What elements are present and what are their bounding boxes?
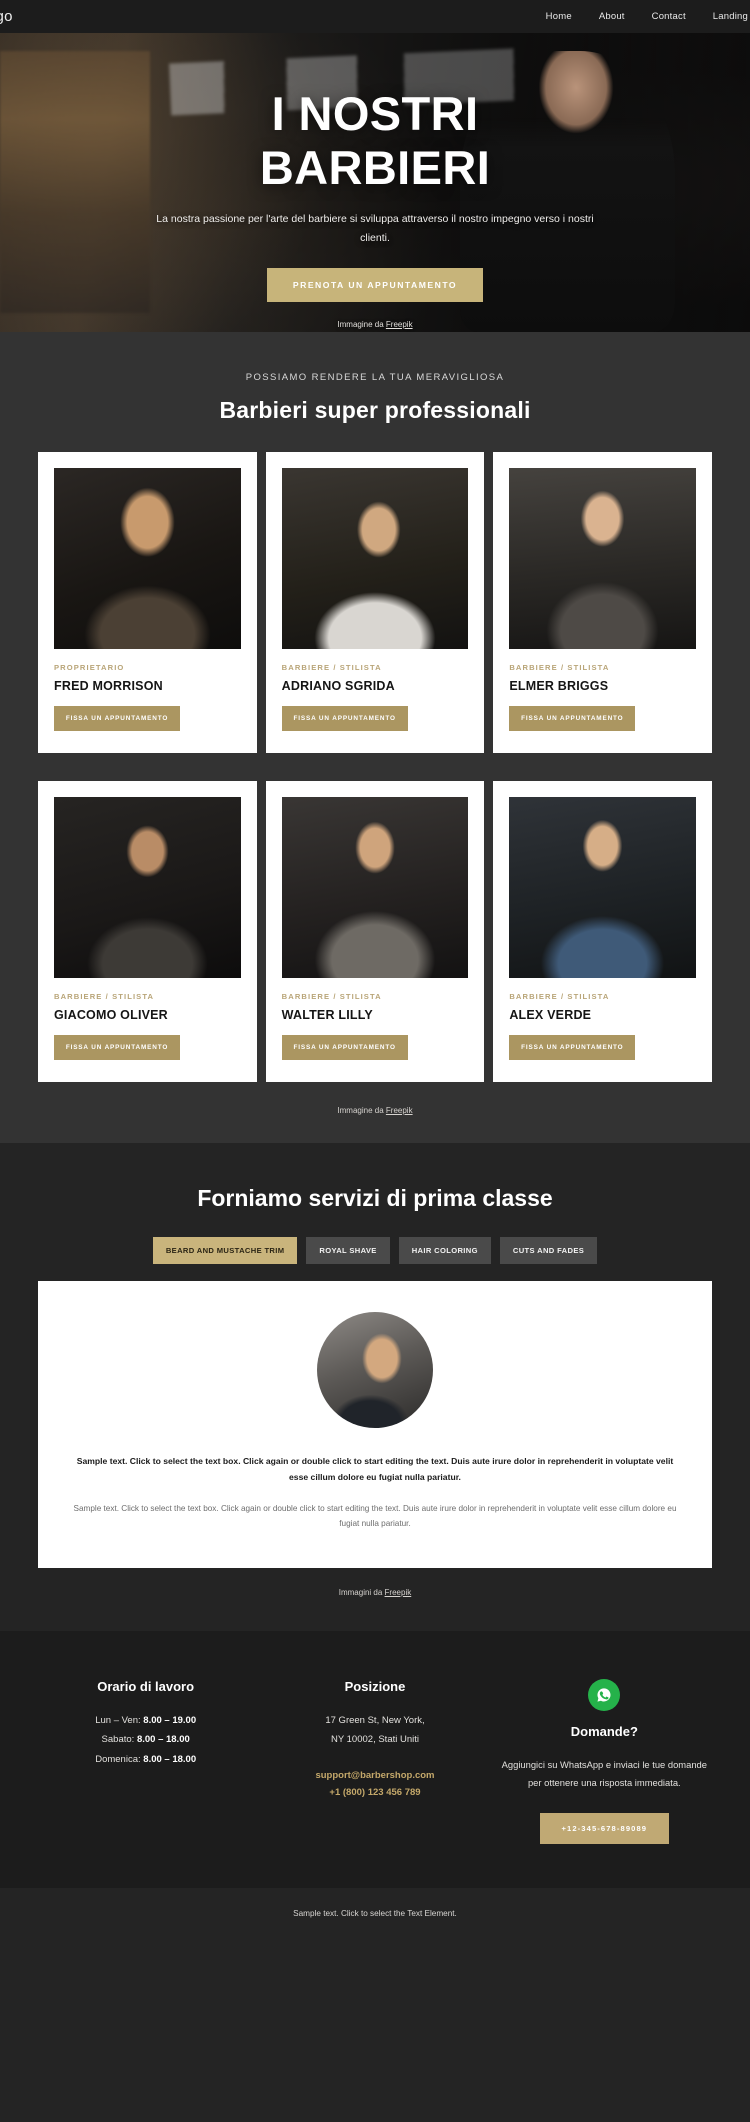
team-member-name: WALTER LILLY [281,1008,373,1022]
team-member-name: ADRIANO SGRIDA [281,679,395,693]
services-credit-prefix: Immagini da [338,1587,385,1597]
team-image-credit: Immagine da Freepik [0,1106,750,1115]
main-navigation: Home About Contact Landing [546,11,750,22]
footer-hours-label: Domenica: [95,1753,144,1765]
team-card[interactable]: PROPRIETARIO FRED MORRISON FISSA UN APPU… [38,452,257,753]
team-credit-link[interactable]: Freepik [386,1106,413,1115]
footer-column-hours: Orario di lavoro Lun – Ven: 8.00 – 19.00… [36,1679,255,1844]
whatsapp-icon[interactable] [588,1678,621,1711]
service-panel-lead-text: Sample text. Click to select the text bo… [76,1456,674,1482]
tab-hair-coloring[interactable]: HAIR COLORING [398,1237,491,1264]
team-eyebrow: POSSIAMO RENDERE LA TUA MERAVIGLIOSA [245,372,505,383]
team-member-name: FRED MORRISON [54,679,163,693]
nav-item-home[interactable]: Home [546,11,572,22]
team-section: POSSIAMO RENDERE LA TUA MERAVIGLIOSA Bar… [0,332,750,1143]
footer-hours-value: 8.00 – 18.00 [143,1753,197,1765]
team-member-appointment-button[interactable]: FISSA UN APPUNTAMENTO [509,1035,636,1060]
footer-hours-label: Sabato: [101,1734,137,1746]
footer-address-line-2: NY 10002, Stati Uniti [330,1734,419,1746]
hero-credit-prefix: Immagine da [337,319,386,329]
footer-bottom-bar: Sample text. Click to select the Text El… [0,1887,750,1944]
tab-beard-and-mustache-trim[interactable]: BEARD AND MUSTACHE TRIM [152,1237,298,1264]
nav-item-contact[interactable]: Contact [652,11,686,22]
team-member-role: BARBIERE / STILISTA [281,663,382,672]
team-grid-row-2: BARBIERE / STILISTA GIACOMO OLIVER FISSA… [0,781,750,1082]
hero-subtitle: La nostra passione per l'arte del barbie… [156,213,594,244]
team-title: Barbieri super professionali [219,397,531,423]
team-member-appointment-button[interactable]: FISSA UN APPUNTAMENTO [281,706,408,731]
footer-hours-value: 8.00 – 19.00 [143,1714,197,1726]
footer-bottom-note: Sample text. Click to select the Text El… [293,1908,457,1918]
footer-hours-value: 8.00 – 18.00 [136,1734,190,1746]
footer-phone-link[interactable]: +1 (800) 123 456 789 [265,1784,484,1802]
tab-royal-shave[interactable]: ROYAL SHAVE [306,1237,390,1264]
footer-hours-title: Orario di lavoro [97,1678,195,1694]
team-member-name: GIACOMO OLIVER [54,1008,168,1022]
hero-cta-button[interactable]: PRENOTA UN APPUNTAMENTO [266,267,484,302]
footer-questions-title: Domande? [570,1723,638,1739]
footer-hours-label: Lun – Ven: [95,1714,144,1726]
hero-image-credit: Immagine da Freepik [0,320,750,329]
nav-item-about[interactable]: About [599,11,625,22]
site-header: ogo Home About Contact Landing [0,0,750,33]
footer-hours-row: Lun – Ven: 8.00 – 19.00 [36,1711,255,1730]
team-member-appointment-button[interactable]: FISSA UN APPUNTAMENTO [509,706,636,731]
footer-email-link[interactable]: support@barbershop.com [265,1767,484,1785]
hero-title-line-1: I NOSTRI [271,87,479,140]
footer-location-title: Posizione [344,1678,406,1694]
hero-credit-link[interactable]: Freepik [386,320,413,329]
team-member-role: BARBIERE / STILISTA [281,992,382,1001]
footer-column-questions: Domande? Aggiungici su WhatsApp e inviac… [495,1678,714,1844]
footer-whatsapp-phone-button[interactable]: +12-345-678-89089 [539,1812,670,1844]
team-member-role: PROPRIETARIO [54,663,125,672]
service-avatar [317,1312,433,1428]
team-member-name: ALEX VERDE [509,1008,592,1022]
team-card[interactable]: BARBIERE / STILISTA ALEX VERDE FISSA UN … [493,781,712,1082]
team-member-photo [54,468,241,649]
site-footer: Orario di lavoro Lun – Ven: 8.00 – 19.00… [0,1630,750,1888]
services-credit-link[interactable]: Freepik [385,1588,412,1597]
footer-questions-text: Aggiungici su WhatsApp e inviaci le tue … [501,1758,707,1789]
services-tabs: BEARD AND MUSTACHE TRIM ROYAL SHAVE HAIR… [0,1237,750,1264]
hero-content: I NOSTRI BARBIERI La nostra passione per… [0,33,750,329]
footer-hours-row: Domenica: 8.00 – 18.00 [36,1750,255,1769]
services-image-credit: Immagini da Freepik [0,1588,750,1597]
team-card[interactable]: BARBIERE / STILISTA ADRIANO SGRIDA FISSA… [265,452,485,753]
team-member-role: BARBIERE / STILISTA [54,992,155,1001]
team-card[interactable]: BARBIERE / STILISTA WALTER LILLY FISSA U… [265,781,485,1082]
hero-title: I NOSTRI BARBIERI [0,87,750,194]
team-grid-row-1: PROPRIETARIO FRED MORRISON FISSA UN APPU… [0,452,750,753]
team-card[interactable]: BARBIERE / STILISTA GIACOMO OLIVER FISSA… [38,781,257,1082]
team-member-role: BARBIERE / STILISTA [509,992,610,1001]
footer-hours-row: Sabato: 8.00 – 18.00 [36,1730,255,1749]
team-member-photo [281,797,469,978]
team-credit-prefix: Immagine da [337,1106,386,1115]
services-title: Forniamo servizi di prima classe [197,1185,553,1211]
tab-cuts-and-fades[interactable]: CUTS AND FADES [499,1237,598,1264]
team-member-appointment-button[interactable]: FISSA UN APPUNTAMENTO [281,1035,408,1060]
team-member-photo [54,797,241,978]
service-panel-body-text: Sample text. Click to select the text bo… [73,1503,677,1529]
team-member-photo [509,468,696,649]
nav-item-landing[interactable]: Landing [713,11,748,22]
site-logo[interactable]: ogo [0,8,13,25]
team-member-role: BARBIERE / STILISTA [509,663,610,672]
team-member-photo [281,468,469,649]
services-section: Forniamo servizi di prima classe BEARD A… [0,1143,750,1631]
footer-column-location: Posizione 17 Green St, New York, NY 1000… [265,1679,484,1844]
team-member-appointment-button[interactable]: FISSA UN APPUNTAMENTO [54,1035,180,1060]
team-member-appointment-button[interactable]: FISSA UN APPUNTAMENTO [54,706,180,731]
hero-section: I NOSTRI BARBIERI La nostra passione per… [0,33,750,332]
team-member-name: ELMER BRIGGS [509,679,609,693]
team-card[interactable]: BARBIERE / STILISTA ELMER BRIGGS FISSA U… [493,452,712,753]
service-panel: Sample text. Click to select the text bo… [38,1281,712,1568]
hero-title-line-2: BARBIERI [259,140,491,194]
team-member-photo [509,797,696,978]
footer-address-line-1: 17 Green St, New York, [325,1714,425,1726]
